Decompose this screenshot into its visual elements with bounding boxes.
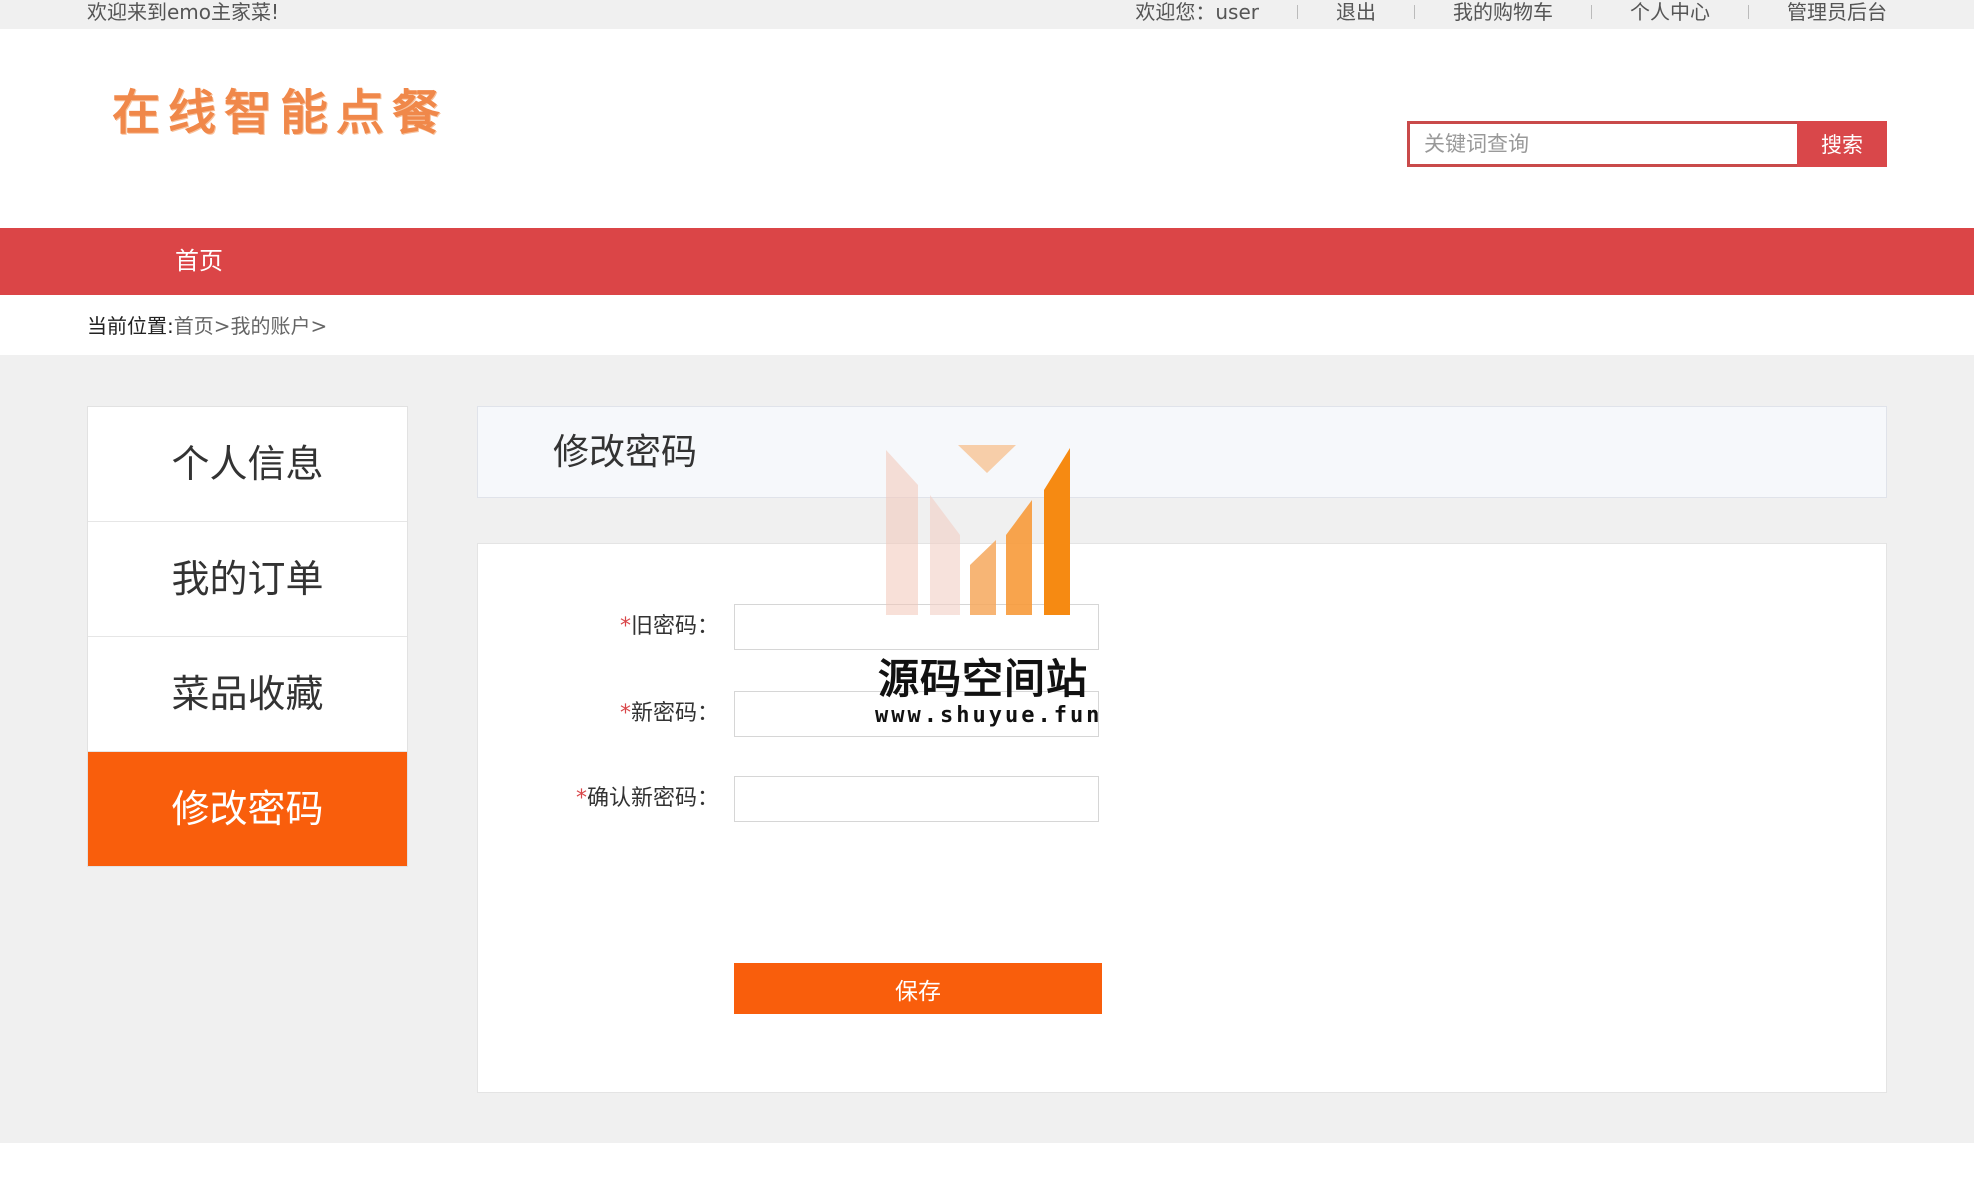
- divider: [1414, 5, 1415, 19]
- watermark-name: 源码空间站: [878, 655, 1088, 703]
- admin-link[interactable]: 管理员后台: [1787, 0, 1887, 24]
- welcome-text: 欢迎来到emo主家菜!: [87, 0, 280, 24]
- watermark: 源码空间站 www.shuyue.fun: [870, 445, 1110, 735]
- watermark-url: www.shuyue.fun: [875, 703, 1103, 728]
- divider: [1591, 5, 1592, 19]
- user-greeting: 欢迎您：user: [1135, 0, 1259, 24]
- confirm-password-input[interactable]: [734, 776, 1099, 822]
- confirm-password-label-text: 确认新密码：: [586, 786, 719, 811]
- account-sidebar: 个人信息 我的订单 菜品收藏 修改密码: [87, 406, 408, 867]
- nav-item-home[interactable]: 首页: [175, 228, 223, 295]
- new-password-label: *新密码：: [620, 691, 719, 737]
- required-mark: *: [619, 614, 631, 639]
- site-logo[interactable]: 在线智能点餐: [112, 73, 448, 143]
- old-password-label-text: 旧密码：: [630, 614, 719, 639]
- old-password-row: *旧密码：: [478, 604, 1886, 650]
- breadcrumb: 当前位置:首页>我的账户>: [87, 309, 327, 343]
- sidebar-item-change-password[interactable]: 修改密码: [88, 752, 407, 866]
- sidebar-item-favorites[interactable]: 菜品收藏: [88, 637, 407, 752]
- breadcrumb-account[interactable]: 我的账户: [231, 314, 311, 338]
- password-form: *旧密码： *新密码： *确认新密码： 保存: [477, 543, 1887, 1093]
- logout-link[interactable]: 退出: [1336, 0, 1376, 24]
- breadcrumb-separator: >: [213, 314, 231, 338]
- divider: [1297, 5, 1298, 19]
- page-title: 修改密码: [553, 432, 698, 473]
- save-button[interactable]: 保存: [734, 963, 1102, 1014]
- new-password-label-text: 新密码：: [630, 701, 719, 726]
- watermark-logo-icon: [886, 445, 1070, 615]
- search-input[interactable]: [1407, 121, 1797, 167]
- confirm-password-label: *确认新密码：: [576, 776, 719, 822]
- required-mark: *: [575, 786, 587, 811]
- new-password-row: *新密码：: [478, 691, 1886, 737]
- panel-header: 修改密码: [477, 406, 1887, 498]
- confirm-password-row: *确认新密码：: [478, 776, 1886, 822]
- breadcrumb-separator: >: [310, 314, 328, 338]
- main-nav: 首页: [0, 228, 1974, 295]
- search-button[interactable]: 搜索: [1797, 121, 1887, 167]
- sidebar-item-orders[interactable]: 我的订单: [88, 522, 407, 637]
- search-bar: 搜索: [1407, 121, 1887, 167]
- breadcrumb-label: 当前位置:: [87, 314, 174, 338]
- sidebar-item-profile[interactable]: 个人信息: [88, 407, 407, 522]
- old-password-label: *旧密码：: [620, 604, 719, 650]
- top-bar: 欢迎来到emo主家菜! 欢迎您：user 退出 我的购物车 个人中心 管理员后台: [0, 0, 1974, 29]
- breadcrumb-home[interactable]: 首页: [174, 314, 214, 338]
- top-links: 欢迎您：user 退出 我的购物车 个人中心 管理员后台: [1135, 0, 1887, 24]
- divider: [1748, 5, 1749, 19]
- required-mark: *: [619, 701, 631, 726]
- profile-link[interactable]: 个人中心: [1630, 0, 1710, 24]
- cart-link[interactable]: 我的购物车: [1453, 0, 1553, 24]
